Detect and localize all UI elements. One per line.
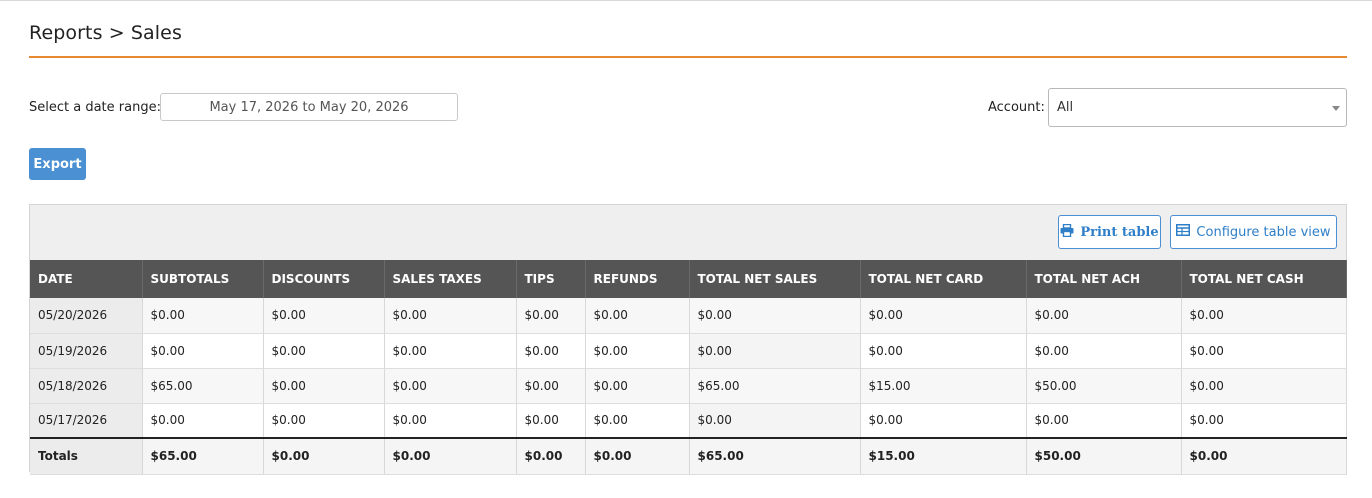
chevron-down-icon [1332, 106, 1340, 111]
column-header-subtotals[interactable]: SUBTOTALS [142, 260, 264, 298]
table-cell: $65.00 [142, 368, 264, 404]
account-selected-value: All [1057, 100, 1074, 115]
table-cell: $0.00 [689, 403, 861, 439]
table-cell: $50.00 [1026, 368, 1182, 404]
table-cell: $0.00 [516, 333, 586, 369]
totals-cell: $65.00 [142, 437, 264, 475]
table-cell: $0.00 [585, 403, 690, 439]
table-cell: $0.00 [860, 333, 1027, 369]
totals-cell: $50.00 [1026, 437, 1182, 475]
column-header-total-net-card[interactable]: TOTAL NET CARD [860, 260, 1027, 298]
totals-row: Totals $65.00 $0.00 $0.00 $0.00 $0.00 $6… [30, 437, 1347, 475]
printer-icon [1060, 223, 1074, 241]
table-cell: $0.00 [860, 298, 1027, 334]
table-toolbar: Print table Configure table view [30, 205, 1346, 260]
column-header-sales-taxes[interactable]: SALES TAXES [384, 260, 517, 298]
table-cell: $0.00 [1181, 298, 1347, 334]
table-cell: 05/19/2026 [30, 333, 143, 369]
table-cell: $15.00 [860, 368, 1027, 404]
totals-cell: $0.00 [516, 437, 586, 475]
configure-table-view-label: Configure table view [1196, 224, 1331, 240]
table-cell: $0.00 [384, 298, 517, 334]
table-cell: $0.00 [585, 333, 690, 369]
totals-cell: $65.00 [689, 437, 861, 475]
account-label: Account: [988, 100, 1045, 115]
totals-cell: $0.00 [1181, 437, 1347, 475]
table-cell: $0.00 [384, 333, 517, 369]
table-cell: $0.00 [1026, 298, 1182, 334]
table-cell: 05/17/2026 [30, 403, 143, 439]
print-table-label: Print table [1080, 224, 1159, 240]
table-cell: $0.00 [1181, 333, 1347, 369]
table-cell: $0.00 [860, 403, 1027, 439]
totals-label: Totals [30, 437, 143, 475]
table-cell: $0.00 [142, 333, 264, 369]
table-cell: $0.00 [142, 298, 264, 334]
column-header-tips[interactable]: TIPS [516, 260, 586, 298]
account-select[interactable]: All [1048, 88, 1347, 127]
column-header-total-net-cash[interactable]: TOTAL NET CASH [1181, 260, 1347, 298]
totals-cell: $0.00 [263, 437, 385, 475]
totals-cell: $15.00 [860, 437, 1027, 475]
date-range-input[interactable] [160, 93, 458, 121]
table-cell: $0.00 [263, 333, 385, 369]
title-divider [29, 56, 1347, 58]
table-cell: $0.00 [1181, 368, 1347, 404]
configure-table-view-button[interactable]: Configure table view [1170, 215, 1337, 249]
table-cell: $0.00 [263, 403, 385, 439]
table-cell: $0.00 [384, 403, 517, 439]
table-row: 05/19/2026 $0.00 $0.00 $0.00 $0.00 $0.00… [30, 333, 1347, 369]
table-cell: $0.00 [1181, 403, 1347, 439]
table-cell: $0.00 [1026, 333, 1182, 369]
table-header-row: DATE SUBTOTALS DISCOUNTS SALES TAXES TIP… [30, 260, 1347, 298]
column-header-refunds[interactable]: REFUNDS [585, 260, 690, 298]
date-range-label: Select a date range: [29, 100, 161, 115]
page-title: Reports > Sales [29, 22, 182, 44]
table-row: 05/17/2026 $0.00 $0.00 $0.00 $0.00 $0.00… [30, 403, 1347, 439]
table-cell: $0.00 [142, 403, 264, 439]
table-icon [1176, 224, 1191, 240]
table-cell: $0.00 [585, 298, 690, 334]
table-row: 05/18/2026 $65.00 $0.00 $0.00 $0.00 $0.0… [30, 368, 1347, 404]
column-header-discounts[interactable]: DISCOUNTS [263, 260, 385, 298]
totals-cell: $0.00 [384, 437, 517, 475]
table-row: 05/20/2026 $0.00 $0.00 $0.00 $0.00 $0.00… [30, 298, 1347, 334]
sales-report-table: DATE SUBTOTALS DISCOUNTS SALES TAXES TIP… [30, 260, 1347, 475]
table-cell: $0.00 [384, 368, 517, 404]
table-cell: $0.00 [689, 298, 861, 334]
table-cell: 05/18/2026 [30, 368, 143, 404]
table-cell: $0.00 [689, 333, 861, 369]
table-cell: $0.00 [516, 298, 586, 334]
table-cell: 05/20/2026 [30, 298, 143, 334]
table-cell: $0.00 [1026, 403, 1182, 439]
totals-cell: $0.00 [585, 437, 690, 475]
table-cell: $65.00 [689, 368, 861, 404]
table-cell: $0.00 [263, 298, 385, 334]
table-cell: $0.00 [516, 368, 586, 404]
table-cell: $0.00 [516, 403, 586, 439]
column-header-date[interactable]: DATE [30, 260, 143, 298]
print-table-button[interactable]: Print table [1058, 215, 1161, 249]
table-cell: $0.00 [585, 368, 690, 404]
export-button[interactable]: Export [29, 148, 86, 180]
report-panel: Print table Configure table view DATE SU… [29, 204, 1347, 475]
column-header-total-net-sales[interactable]: TOTAL NET SALES [689, 260, 861, 298]
table-cell: $0.00 [263, 368, 385, 404]
column-header-total-net-ach[interactable]: TOTAL NET ACH [1026, 260, 1182, 298]
